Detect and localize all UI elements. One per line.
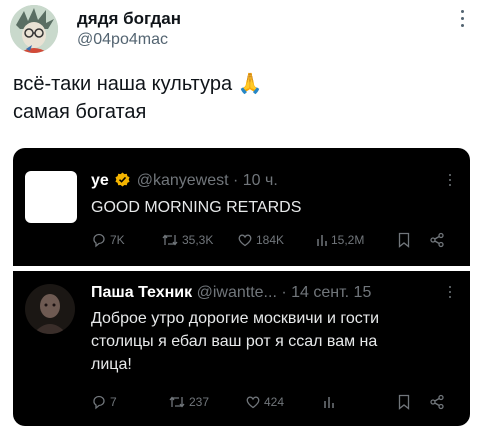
- quoted-name-pasha[interactable]: Паша Техник: [91, 284, 192, 301]
- action-bar-ye: 7K 35,3K 184K 15,2M: [13, 232, 470, 252]
- quoted-header-ye: ye @kanyewest · 10 ч.: [91, 172, 278, 190]
- repost-icon: [169, 396, 185, 408]
- like-count-2: 424: [264, 395, 285, 409]
- views-count: 15,2M: [331, 233, 365, 247]
- reply-count: 7K: [110, 233, 125, 247]
- pasha-avatar-drawing: [25, 284, 75, 334]
- quoted-time-ye: · 10 ч.: [233, 172, 278, 189]
- screenshot-divider: [13, 266, 470, 271]
- tweet-line-1: всё-таки наша культура 🙏: [13, 73, 263, 95]
- share-button-2[interactable]: [429, 394, 445, 410]
- author-name[interactable]: дядя богдан: [77, 9, 181, 29]
- quoted-text-line-3: лица!: [91, 356, 132, 373]
- tweet-text: всё-таки наша культура 🙏 самая богатая: [13, 70, 453, 126]
- share-icon: [430, 394, 444, 410]
- like-button-2[interactable]: 424: [245, 394, 284, 410]
- bookmark-button[interactable]: [397, 232, 411, 248]
- like-button[interactable]: 184K: [237, 232, 284, 248]
- repost-button[interactable]: 35,3K: [161, 232, 213, 248]
- author-avatar[interactable]: [10, 5, 58, 53]
- tweet-line-2: самая богатая: [13, 101, 147, 123]
- quoted-avatar-ye: [25, 171, 77, 223]
- views-button-2[interactable]: [323, 394, 335, 410]
- like-count: 184K: [256, 233, 285, 247]
- reply-icon: [93, 233, 105, 248]
- bookmark-icon: [398, 232, 410, 248]
- repost-button-2[interactable]: 237: [168, 394, 209, 410]
- quoted-handle-ye[interactable]: @kanyewest: [137, 172, 229, 189]
- reply-button[interactable]: 7K: [91, 232, 125, 248]
- more-options-icon[interactable]: [452, 10, 472, 34]
- views-icon: [324, 397, 334, 408]
- quoted-more-icon[interactable]: [445, 174, 455, 194]
- quoted-text-line-1: Доброе утро дорогие москвичи и гости: [91, 310, 380, 327]
- action-bar-pasha: 7 237 424: [13, 394, 470, 414]
- quoted-time-pasha: · 14 сент. 15: [281, 284, 372, 301]
- verified-badge-icon: [115, 172, 130, 187]
- views-button[interactable]: 15,2M: [316, 232, 364, 248]
- quoted-text-pasha: Доброе утро дорогие москвичи и гости сто…: [91, 307, 379, 376]
- repost-icon: [162, 234, 178, 246]
- reply-button-2[interactable]: 7: [91, 394, 117, 410]
- quoted-handle-pasha[interactable]: @iwantte...: [197, 284, 277, 301]
- quoted-name-ye[interactable]: ye: [91, 172, 109, 189]
- like-icon: [246, 396, 260, 409]
- bookmark-button-2[interactable]: [397, 394, 411, 410]
- quoted-avatar-pasha: [25, 284, 75, 334]
- embedded-screenshot[interactable]: ye @kanyewest · 10 ч. GOOD MORNING RETAR…: [13, 148, 470, 426]
- avatar-drawing: [10, 5, 58, 53]
- bookmark-icon: [398, 394, 410, 410]
- quoted-text-line-2: столицы я ебал ваш рот я ссал вам на: [91, 333, 378, 350]
- reply-icon: [93, 395, 105, 410]
- author-handle[interactable]: @04po4mac: [77, 31, 168, 49]
- like-icon: [238, 234, 252, 247]
- quoted-text-ye: GOOD MORNING RETARDS: [91, 199, 302, 216]
- quoted-more-icon-2[interactable]: [445, 286, 455, 306]
- repost-count: 35,3K: [182, 233, 214, 247]
- share-button[interactable]: [429, 232, 445, 248]
- quoted-header-pasha: Паша Техник @iwantte... · 14 сент. 15: [91, 284, 371, 302]
- reply-count-2: 7: [110, 395, 117, 409]
- views-icon: [317, 235, 327, 246]
- share-icon: [430, 232, 444, 248]
- repost-count-2: 237: [189, 395, 210, 409]
